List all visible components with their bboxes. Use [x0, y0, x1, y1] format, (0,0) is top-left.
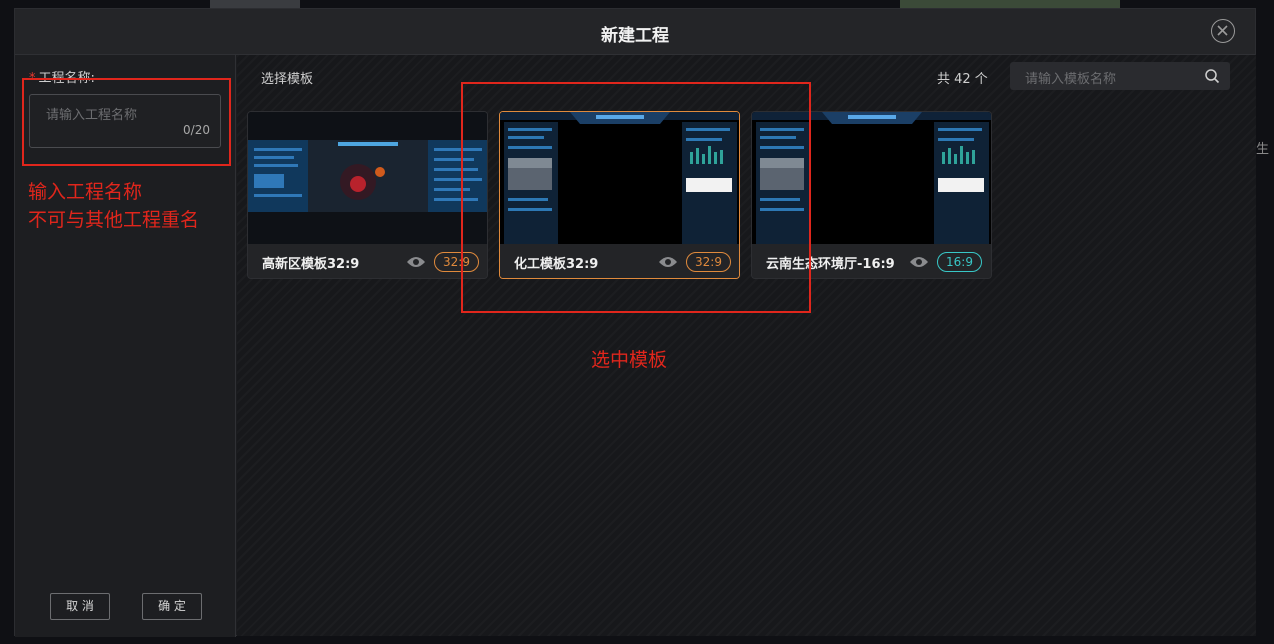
- project-name-label-text: 工程名称:: [38, 71, 95, 86]
- template-card[interactable]: 高新区模板32:9 32:9: [247, 111, 488, 279]
- project-name-placeholder: 请输入工程名称: [46, 108, 138, 123]
- template-name: 化工模板32:9: [514, 257, 599, 272]
- search-icon[interactable]: [1204, 68, 1220, 84]
- eye-icon[interactable]: [909, 255, 929, 269]
- backdrop-strip: [210, 0, 300, 8]
- cancel-button[interactable]: 取 消: [50, 593, 110, 620]
- template-thumbnail: [752, 112, 991, 244]
- confirm-button[interactable]: 确 定: [142, 593, 202, 620]
- annotation-name-hint: 输入工程名称 不可与其他工程重名: [28, 178, 199, 234]
- backdrop-text: 生: [1256, 142, 1270, 157]
- ratio-badge: 16:9: [937, 252, 982, 272]
- close-button[interactable]: [1211, 19, 1235, 43]
- project-name-input[interactable]: 请输入工程名称 0/20: [29, 94, 221, 148]
- eye-icon[interactable]: [658, 255, 678, 269]
- template-panel: 选择模板 共 42 个 请输入模板名称 高新区模板32:9 32:9 化工模板3…: [237, 55, 1256, 636]
- project-form-panel: * 工程名称: 请输入工程名称 0/20 取 消 确 定: [15, 55, 236, 637]
- template-search-placeholder: 请输入模板名称: [1025, 72, 1117, 87]
- template-card-footer: 高新区模板32:9 32:9: [248, 244, 487, 278]
- ratio-badge: 32:9: [434, 252, 479, 272]
- template-name: 云南生态环境厅-16:9: [766, 257, 895, 272]
- annotation-name-hint-line1: 输入工程名称: [28, 181, 143, 203]
- new-project-dialog: 新建工程 * 工程名称: 请输入工程名称 0/20 取 消 确 定 选择模板 共 …: [14, 8, 1256, 637]
- eye-icon[interactable]: [406, 255, 426, 269]
- template-card-footer: 云南生态环境厅-16:9 16:9: [752, 244, 991, 278]
- dialog-title: 新建工程: [601, 26, 669, 46]
- template-thumbnail: [248, 112, 487, 244]
- template-count: 共 42 个: [937, 72, 988, 87]
- dialog-header: 新建工程: [15, 9, 1255, 55]
- annotation-name-hint-line2: 不可与其他工程重名: [28, 209, 200, 231]
- annotation-select-hint: 选中模板: [591, 349, 668, 371]
- backdrop-strip: [900, 0, 1120, 8]
- template-thumbnail: [500, 112, 739, 244]
- close-icon: [1217, 25, 1228, 36]
- required-mark: *: [29, 71, 36, 86]
- template-card-selected[interactable]: 化工模板32:9 32:9: [499, 111, 740, 279]
- template-name: 高新区模板32:9: [262, 257, 360, 272]
- project-name-label: * 工程名称:: [29, 67, 95, 86]
- template-search-input[interactable]: 请输入模板名称: [1010, 62, 1230, 90]
- ratio-badge: 32:9: [686, 252, 731, 272]
- select-template-label: 选择模板: [261, 72, 314, 87]
- char-counter: 0/20: [183, 123, 210, 137]
- template-card[interactable]: 云南生态环境厅-16:9 16:9: [751, 111, 992, 279]
- template-card-footer: 化工模板32:9 32:9: [500, 244, 739, 278]
